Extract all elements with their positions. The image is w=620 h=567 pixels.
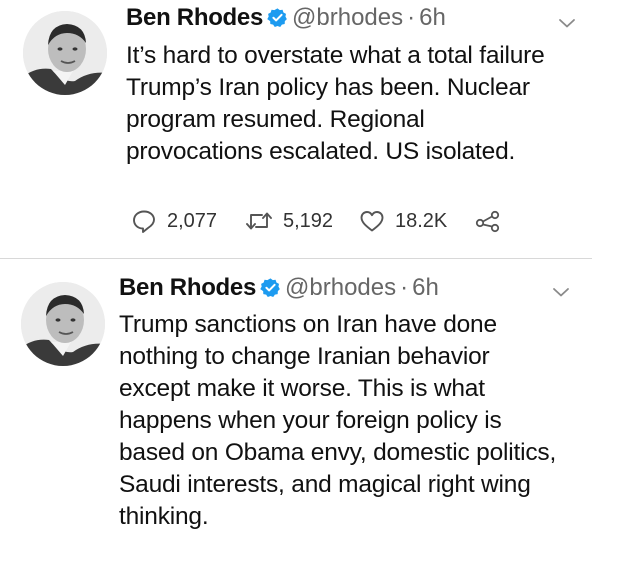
tweet-actions: 2,077 5,192 18.2K	[131, 206, 501, 236]
avatar[interactable]	[21, 282, 105, 366]
like-button[interactable]: 18.2K	[359, 209, 475, 233]
chevron-down-icon[interactable]	[558, 17, 576, 29]
tweet-text-line: thinking.	[119, 503, 209, 530]
tweet-1[interactable]: Ben Rhodes @brhodes · 6h It’s hard to over…	[0, 0, 620, 258]
chevron-down-icon[interactable]	[552, 286, 570, 298]
tweet-text-line: program resumed. Regional	[126, 106, 425, 133]
reply-count: 2,077	[167, 209, 218, 232]
verified-badge-icon	[267, 8, 287, 27]
tweet-text-line: happens when your foreign policy is	[119, 407, 502, 434]
reply-icon	[133, 210, 155, 233]
retweet-button[interactable]: 5,192	[245, 209, 359, 233]
tweet-text-line: Trump’s Iran policy has been. Nuclear	[126, 74, 530, 101]
avatar-photo	[21, 282, 105, 366]
tweet-text-line: provocations escalated. US isolated.	[126, 138, 516, 165]
tweet-text-line: nothing to change Iranian behavior	[119, 343, 490, 370]
tweet-text-line: based on Obama envy, domestic politics,	[119, 439, 557, 466]
tweet-header: Ben Rhodes @brhodes · 6h	[126, 4, 446, 32]
author-name[interactable]: Ben Rhodes	[119, 274, 256, 301]
timestamp[interactable]: 6h	[419, 4, 446, 31]
heart-icon	[360, 211, 384, 232]
like-count: 18.2K	[395, 209, 448, 232]
verified-badge-icon	[260, 278, 280, 297]
tweet-text-line: Trump sanctions on Iran have done	[119, 311, 497, 338]
tweet-text-line: Saudi interests, and magical right wing	[119, 471, 531, 498]
author-handle[interactable]: @brhodes	[292, 4, 403, 31]
author-name[interactable]: Ben Rhodes	[126, 4, 263, 31]
reply-button[interactable]: 2,077	[131, 208, 245, 234]
retweet-count: 5,192	[283, 209, 334, 232]
tweet-text-line: except make it worse. This is what	[119, 375, 485, 402]
tweet-text: Trump sanctions on Iran have done nothin…	[119, 309, 599, 533]
author-handle[interactable]: @brhodes	[285, 274, 396, 301]
avatar[interactable]	[23, 11, 107, 95]
retweet-icon	[246, 212, 272, 230]
tweet-text: It’s hard to overstate what a total fail…	[126, 40, 596, 168]
tweet-header: Ben Rhodes @brhodes · 6h	[119, 274, 439, 302]
share-icon	[475, 210, 500, 233]
timestamp[interactable]: 6h	[412, 274, 439, 301]
share-button[interactable]	[475, 209, 501, 233]
separator: ·	[407, 4, 416, 31]
avatar-photo	[23, 11, 107, 95]
tweet-2[interactable]: Ben Rhodes @brhodes · 6h Trump sanctions o…	[0, 259, 620, 567]
separator: ·	[400, 274, 409, 301]
tweet-text-line: It’s hard to overstate what a total fail…	[126, 42, 545, 69]
